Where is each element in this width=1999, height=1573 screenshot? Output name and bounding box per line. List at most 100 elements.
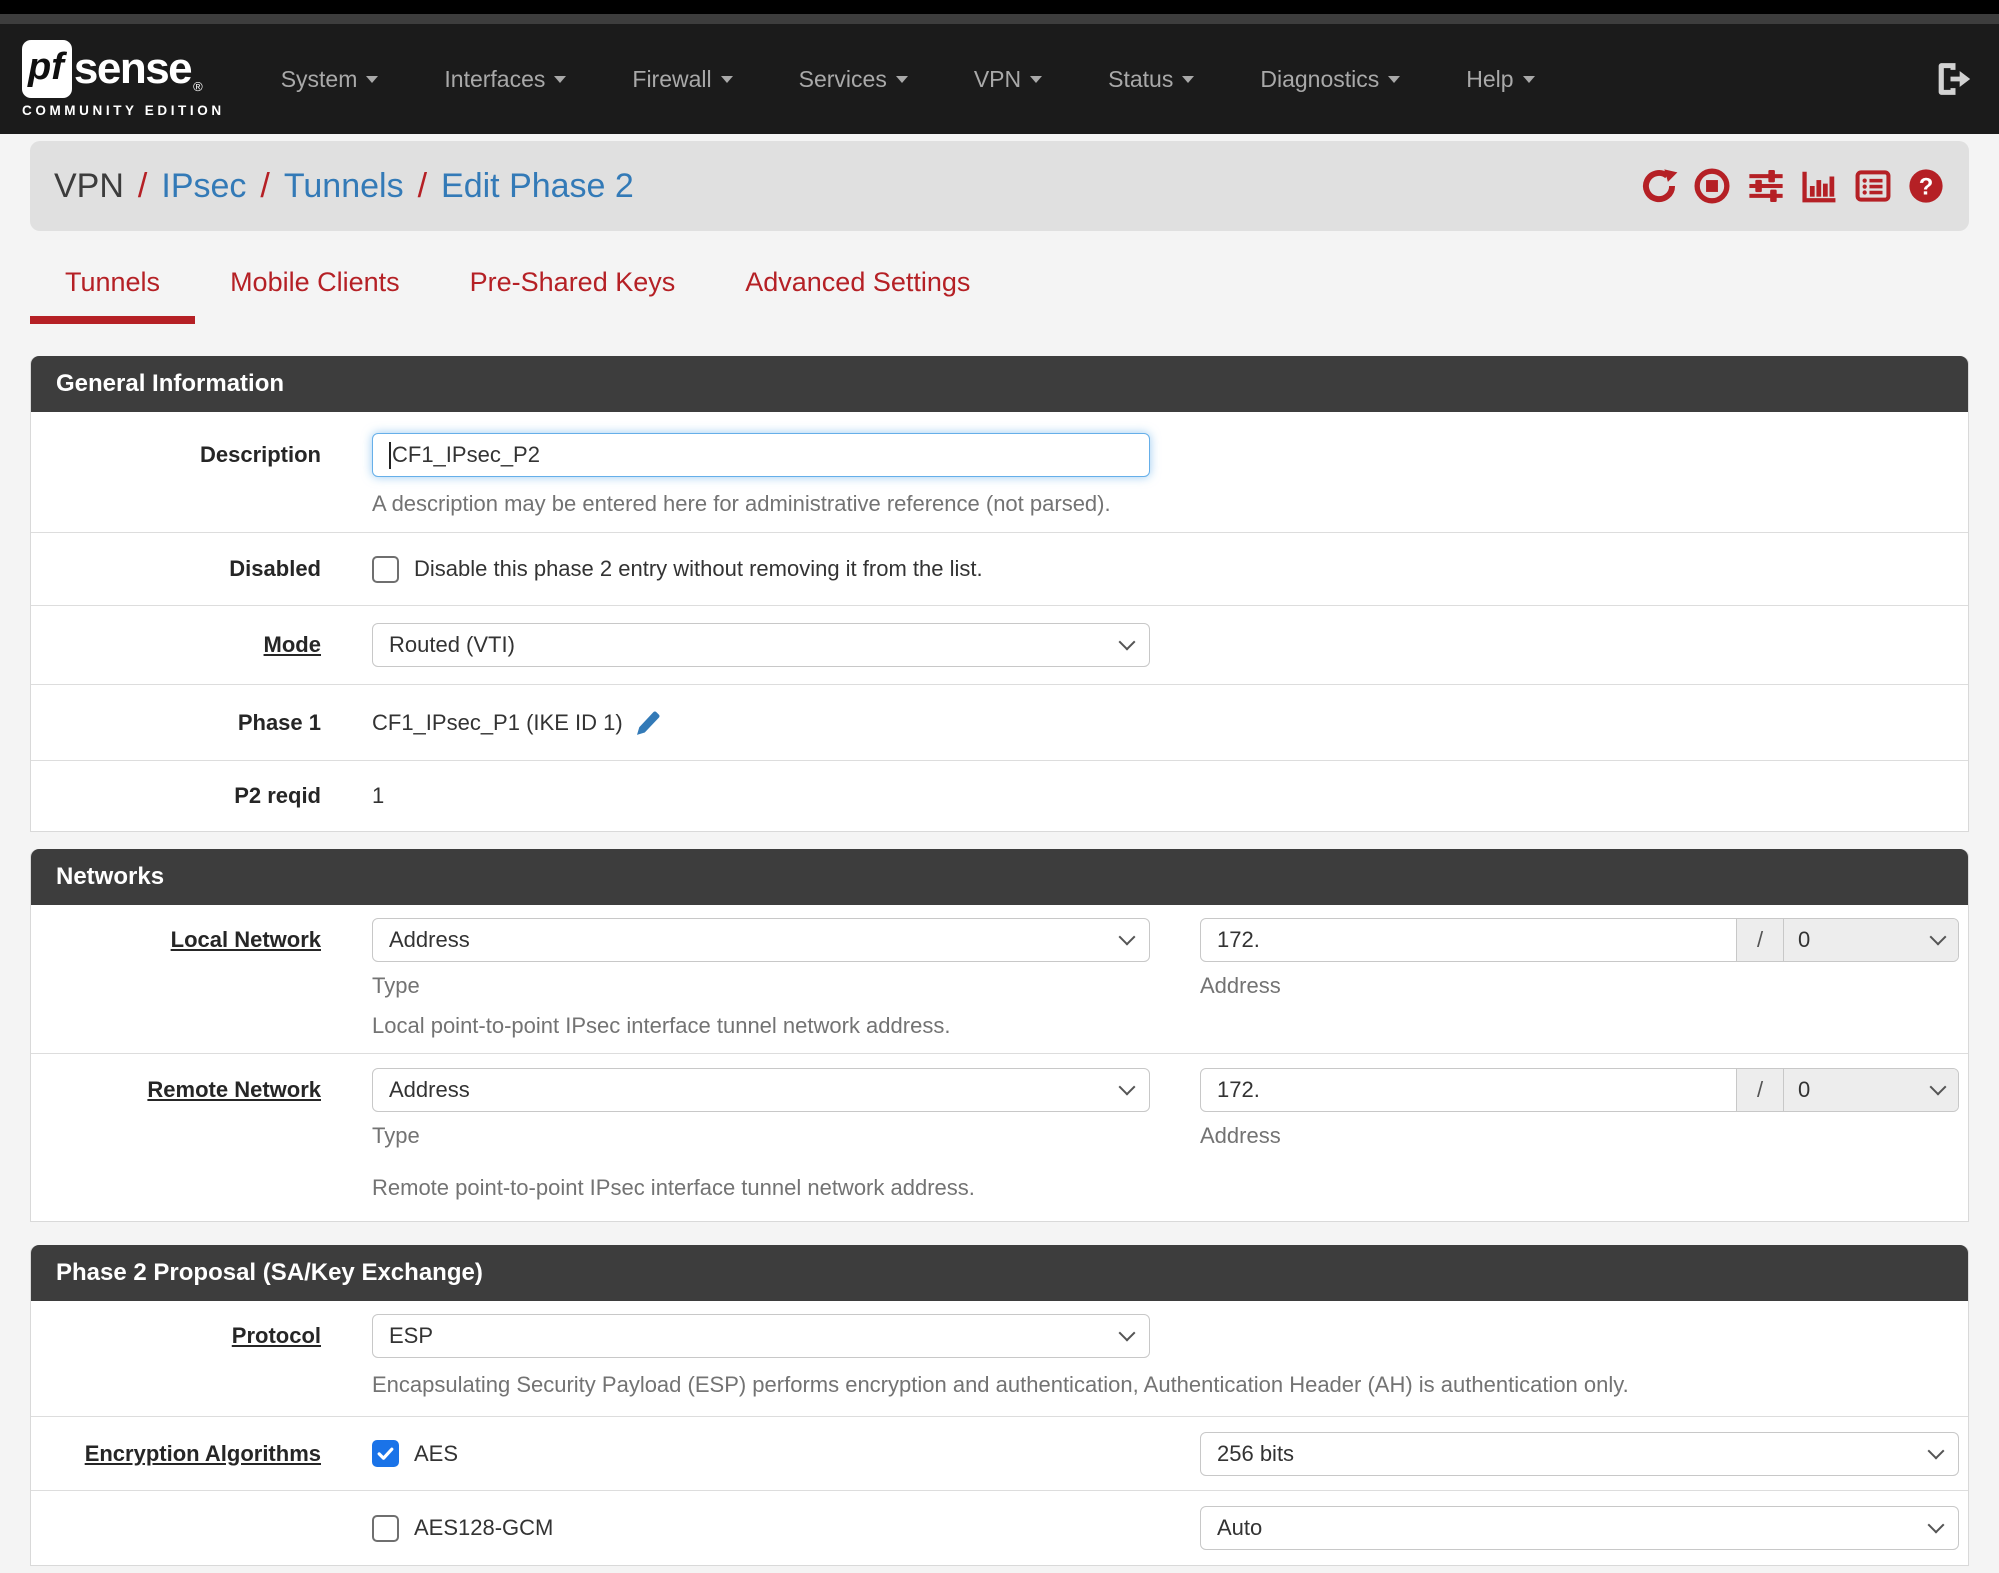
top-navbar: pf sense ® COMMUNITY EDITION System Inte… [0, 24, 1999, 134]
aes128gcm-checkbox[interactable] [372, 1514, 399, 1542]
chevron-down-icon [1522, 75, 1535, 83]
breadcrumb-link-ipsec[interactable]: IPsec [161, 167, 246, 206]
chevron-down-icon [554, 75, 567, 83]
chevron-down-icon [1388, 75, 1401, 83]
aes-checkbox-text: AES [414, 1440, 459, 1466]
panel-title: Phase 2 Proposal (SA/Key Exchange) [31, 1245, 1968, 1301]
description-label: Description [199, 442, 321, 467]
chevron-down-icon [1929, 928, 1947, 946]
row-protocol: Protocol ESP Encapsulating Security Payl… [31, 1301, 1968, 1417]
aes128gcm-checkbox-text: AES128-GCM [414, 1515, 554, 1540]
svg-text:?: ? [1919, 173, 1934, 200]
panel-general-information: General Information Description CF1_IPse… [30, 356, 1969, 832]
aes-checkbox[interactable] [372, 1440, 399, 1467]
tab-advanced-settings[interactable]: Advanced Settings [710, 257, 1005, 324]
remote-network-type-select[interactable]: Address [372, 1068, 1150, 1112]
bar-chart-icon[interactable] [1801, 167, 1839, 205]
remote-network-help: Remote point-to-point IPsec interface tu… [372, 1175, 975, 1200]
breadcrumb-actions: ? [1640, 167, 1945, 205]
local-mask-select[interactable]: 0 [1784, 919, 1958, 961]
mode-select[interactable]: Routed (VTI) [372, 623, 1150, 667]
remote-mask-select[interactable]: 0 [1784, 1069, 1958, 1111]
nav-item-firewall[interactable]: Firewall [632, 66, 733, 93]
nav-item-help[interactable]: Help [1466, 66, 1535, 93]
row-mode: Mode Routed (VTI) [31, 606, 1968, 685]
local-network-label: Local Network [170, 927, 321, 952]
row-description: Description CF1_IPsec_P2 A description m… [31, 412, 1968, 533]
nav-item-vpn[interactable]: VPN [974, 66, 1043, 93]
local-type-caption: Type [372, 973, 420, 998]
nav-menu: System Interfaces Firewall Services VPN … [281, 66, 1535, 93]
disabled-checkbox[interactable] [372, 555, 399, 583]
aes-keylen-select[interactable]: 256 bits [1200, 1431, 1959, 1476]
log-list-icon[interactable] [1854, 167, 1892, 205]
phase1-value: CF1_IPsec_P1 (IKE ID 1) [372, 709, 623, 735]
remote-address-input[interactable]: 172. [1201, 1069, 1736, 1111]
tab-tunnels[interactable]: Tunnels [30, 257, 196, 324]
nav-item-diagnostics[interactable]: Diagnostics [1260, 66, 1401, 93]
window-top-edge [0, 0, 1999, 14]
protocol-label: Protocol [231, 1323, 321, 1348]
phase1-label: Phase 1 [237, 709, 321, 735]
remote-network-label: Remote Network [147, 1077, 321, 1102]
chevron-down-icon [1927, 1516, 1945, 1534]
pfsense-logo[interactable]: pf sense ® COMMUNITY EDITION [22, 40, 225, 118]
sign-out-icon[interactable] [1933, 59, 1973, 99]
chevron-down-icon [1118, 633, 1136, 651]
sliders-icon[interactable] [1746, 167, 1786, 205]
description-help: A description may be entered here for ad… [372, 491, 1111, 516]
tab-pre-shared-keys[interactable]: Pre-Shared Keys [435, 257, 711, 324]
chevron-down-icon [1927, 1442, 1945, 1459]
breadcrumb-link-tunnels[interactable]: Tunnels [284, 167, 404, 206]
tab-mobile-clients[interactable]: Mobile Clients [195, 257, 435, 324]
panel-phase2-proposal: Phase 2 Proposal (SA/Key Exchange) Proto… [30, 1245, 1969, 1566]
breadcrumb-bar: VPN / IPsec / Tunnels / Edit Phase 2 ? [30, 141, 1969, 231]
logo-registered-mark: ® [193, 79, 203, 94]
row-phase1: Phase 1 CF1_IPsec_P1 (IKE ID 1) [31, 685, 1968, 761]
local-network-type-select[interactable]: Address [372, 918, 1150, 962]
protocol-select[interactable]: ESP [372, 1314, 1150, 1358]
panel-title: Networks [31, 849, 1968, 905]
chevron-down-icon [895, 75, 908, 83]
local-address-input[interactable]: 172. [1201, 919, 1736, 961]
panel-title: General Information [31, 356, 1968, 412]
mode-label: Mode [263, 632, 321, 657]
row-local-network: Local Network Address Type Local point-t… [31, 905, 1968, 1054]
chevron-down-icon [1118, 928, 1136, 946]
nav-item-services[interactable]: Services [799, 66, 908, 93]
p2-reqid-value: 1 [372, 783, 385, 808]
chevron-down-icon [1030, 75, 1043, 83]
row-remote-network: Remote Network Address Type Remote point… [31, 1054, 1968, 1221]
slash-addon: / [1736, 919, 1784, 961]
tab-bar: Tunnels Mobile Clients Pre-Shared Keys A… [30, 257, 1999, 324]
edit-pencil-icon[interactable] [633, 708, 663, 738]
row-disabled: Disabled Disable this phase 2 entry with… [31, 533, 1968, 606]
breadcrumb-section: VPN [54, 166, 124, 205]
stop-circle-icon[interactable] [1693, 167, 1731, 205]
slash-addon: / [1736, 1069, 1784, 1111]
chevron-down-icon [1929, 1078, 1947, 1096]
nav-item-system[interactable]: System [281, 66, 379, 93]
logo-subtitle: COMMUNITY EDITION [22, 103, 225, 118]
panel-networks: Networks Local Network Address Type Loca… [30, 849, 1969, 1222]
row-encryption-aes128gcm: AES128-GCM Auto [31, 1491, 1968, 1565]
encryption-algorithms-label: Encryption Algorithms [84, 1440, 321, 1466]
text-caret [389, 441, 391, 469]
row-p2-reqid: P2 reqid 1 [31, 761, 1968, 831]
local-address-caption: Address [1200, 973, 1281, 998]
chevron-down-icon [366, 75, 379, 83]
refresh-icon[interactable] [1640, 167, 1678, 205]
logo-pf-box: pf [22, 40, 72, 98]
breadcrumb-current-edit-phase2: Edit Phase 2 [441, 166, 634, 205]
nav-item-status[interactable]: Status [1108, 66, 1195, 93]
chevron-down-icon [1118, 1078, 1136, 1096]
chevron-down-icon [1182, 75, 1195, 83]
remote-type-caption: Type [372, 1123, 420, 1148]
chevron-down-icon [1118, 1324, 1136, 1342]
description-input[interactable]: CF1_IPsec_P2 [372, 433, 1150, 477]
aes128gcm-keylen-select[interactable]: Auto [1200, 1506, 1959, 1550]
nav-item-interfaces[interactable]: Interfaces [444, 66, 567, 93]
row-encryption-aes: Encryption Algorithms AES 256 bits [31, 1417, 1968, 1491]
help-icon[interactable]: ? [1907, 167, 1945, 205]
logo-sense-text: sense [73, 44, 193, 93]
